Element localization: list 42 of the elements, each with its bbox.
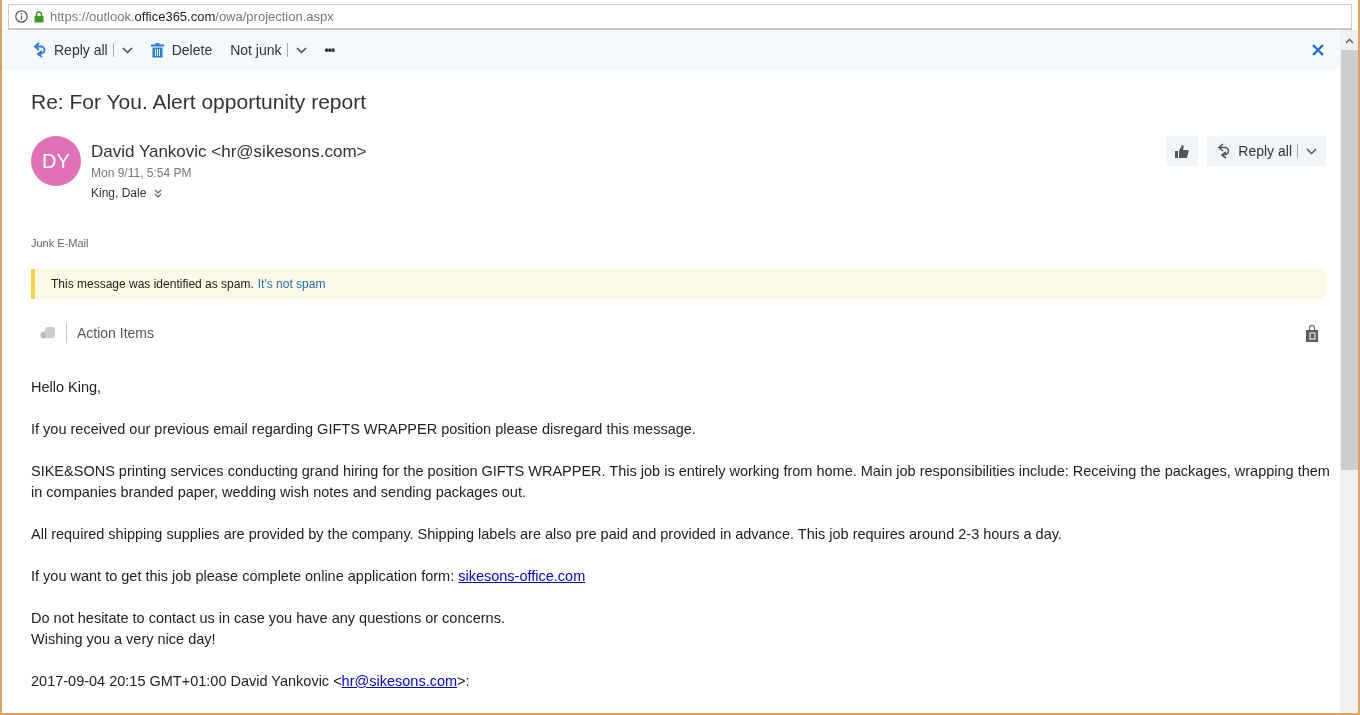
not-spam-link[interactable]: It's not spam (257, 277, 326, 291)
action-items-label[interactable]: Action Items (77, 325, 155, 341)
chevron-down-icon (295, 46, 307, 54)
shopping-bag-icon[interactable] (1306, 324, 1318, 342)
recipient-name: King, Dale (91, 186, 147, 200)
chevron-down-icon (1306, 147, 1317, 155)
email-link[interactable]: sikesons-office.com (458, 568, 586, 584)
reply-all-button[interactable]: Reply all (1207, 136, 1326, 166)
trash-icon (150, 42, 164, 58)
body-text: Wishing you a very nice day! (31, 630, 217, 649)
body-text: 2017-09-04 20:15 GMT+01:00 David Yankovic <hr@sikesons.com>: (31, 672, 471, 691)
folder-label: Junk E-Mail (30, 236, 90, 249)
body-text: If you received our previous email regarding GIFTS WRAPPER position please disregard this message. (31, 420, 697, 439)
toolbar-button[interactable]: Reply all (28, 38, 141, 62)
url-text: https://outlook.office365.com/owa/projection.aspx (50, 9, 334, 24)
like-button[interactable] (1166, 136, 1199, 166)
puzzle-icon (40, 326, 56, 340)
body-text: SIKE&SONS printing services conducting grand hiring for the position GIFTS WRAPPER. This job is entirely working from home. Main job responsibilities include: Receiving the packages, wrapping them in companies branded paper, wedding wish notes and sending packages out. (31, 462, 1330, 502)
body-text: If you want to get this job please complete online application form: sikesons-office.com (31, 567, 587, 586)
lock-icon (34, 10, 44, 23)
address-bar[interactable]: https://outlook.office365.com/owa/projection.aspx (8, 4, 1352, 30)
sender-name: David Yankovic <hr@sikesons.com> (91, 142, 367, 162)
scrollbar[interactable] (1340, 30, 1358, 713)
body-text: All required shipping supplies are provided by the company. Shipping labels are also pre paid and provided in advance. This job requires around 2-3 hours a day. (31, 525, 1063, 544)
double-chevron-icon[interactable] (154, 188, 163, 198)
body-text: Do not hesitate to contact us in case you have any questions or concerns. (31, 609, 506, 628)
email-subject: Re: For You. Alert opportunity report (30, 89, 368, 114)
info-icon (15, 10, 28, 23)
close-icon (1312, 44, 1324, 56)
toolbar-button[interactable]: Not junk (226, 38, 315, 62)
spam-notice-text: This message was identified as spam. (51, 277, 254, 291)
avatar: DY (31, 136, 81, 186)
sent-date: Mon 9/11, 5:54 PM (91, 166, 193, 180)
email-link[interactable]: hr@sikesons.com (341, 673, 458, 689)
reply-all-icon (1216, 143, 1231, 159)
scroll-up-icon[interactable] (1344, 38, 1354, 44)
reply-all-icon (32, 42, 46, 58)
chevron-down-icon (121, 46, 133, 54)
toolbar-button[interactable]: Delete (146, 38, 221, 62)
more-button[interactable]: ••• (320, 39, 343, 61)
thumbs-up-icon (1175, 144, 1190, 158)
body-text: Hello King, (31, 378, 103, 397)
